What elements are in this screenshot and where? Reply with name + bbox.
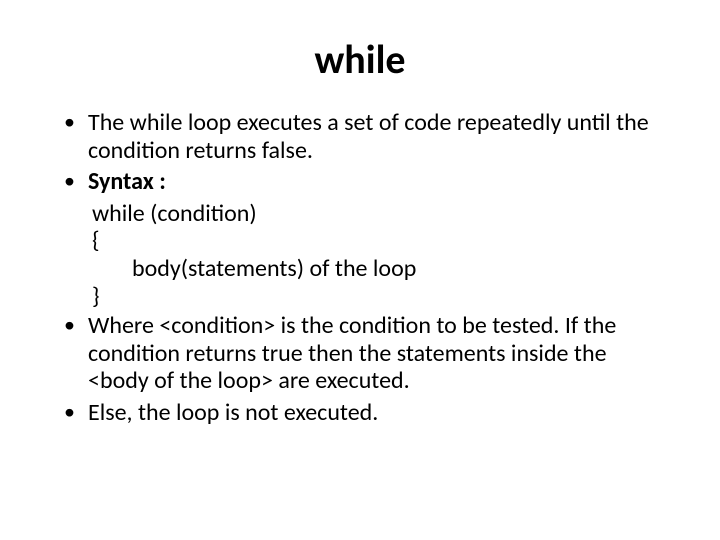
- bullet-list: The while loop executes a set of code re…: [60, 109, 660, 196]
- syntax-code-block: while (condition) { body(statements) of …: [92, 200, 660, 310]
- code-line: }: [92, 283, 660, 311]
- bullet-item: Else, the loop is not executed.: [60, 399, 660, 427]
- bullet-item: Where <condition> is the condition to be…: [60, 312, 660, 395]
- bullet-list-continued: Where <condition> is the condition to be…: [60, 312, 660, 426]
- slide-title: while: [60, 35, 660, 84]
- code-line: while (condition): [92, 200, 660, 228]
- bullet-item: The while loop executes a set of code re…: [60, 109, 660, 164]
- slide: while The while loop executes a set of c…: [0, 0, 720, 540]
- bullet-item: Syntax :: [60, 168, 660, 196]
- code-line: body(statements) of the loop: [92, 255, 660, 283]
- code-line: {: [92, 227, 660, 255]
- syntax-label: Syntax :: [88, 167, 166, 196]
